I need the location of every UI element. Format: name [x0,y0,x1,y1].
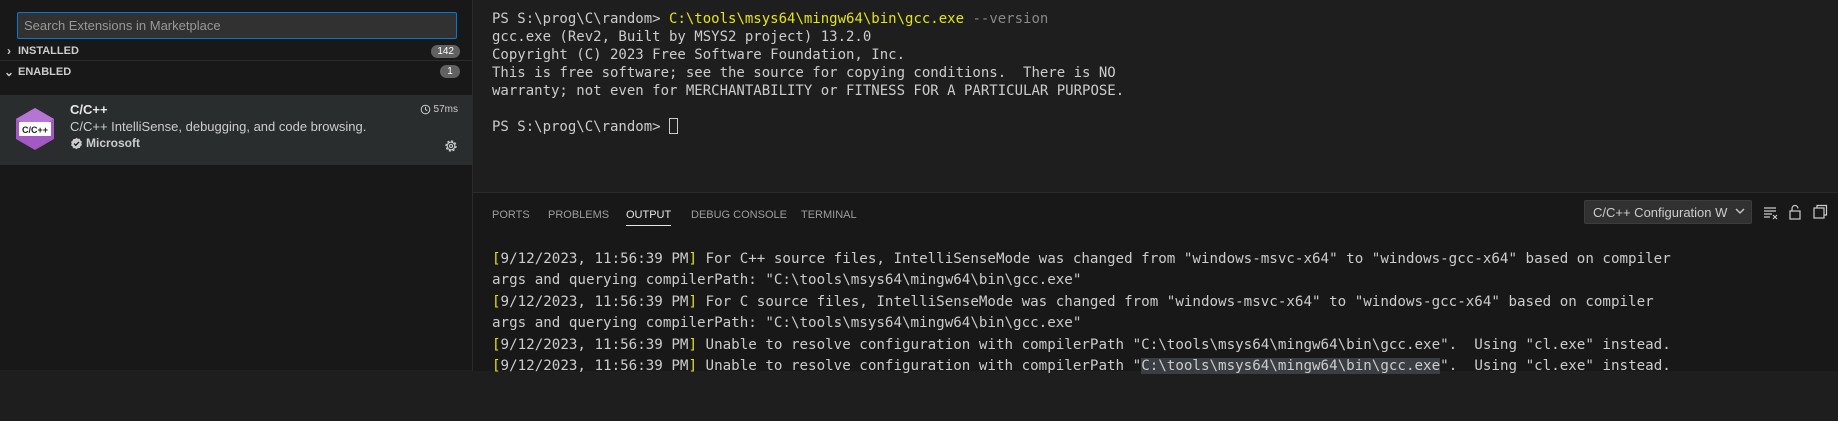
cpp-logo-text: C/C++ [22,125,48,135]
extensions-sidebar: › INSTALLED 142 ⌄ ENABLED 1 C/C++ C/C++ … [0,0,472,370]
chevron-down-icon: ⌄ [3,64,15,79]
terminal-output-line: Copyright (C) 2023 Free Software Foundat… [492,47,906,63]
tab-debug-console[interactable]: DEBUG CONSOLE [691,205,787,225]
output-line: args and querying compilerPath: "C:\tool… [492,270,1671,292]
terminal-prompt: PS S:\prog\C\random> [492,11,670,27]
terminal-cursor [669,118,679,134]
activation-time-value: 57ms [433,104,458,115]
section-enabled[interactable]: ⌄ ENABLED 1 [0,60,472,82]
output-highlight: C:\tools\msys64\mingw64\bin\gcc.exe [1141,358,1441,374]
chevron-down-icon [1731,204,1747,221]
output-text: args and querying compilerPath: "C:\tool… [492,315,1082,331]
chevron-right-icon: › [7,44,11,58]
tab-output[interactable]: OUTPUT [626,205,672,226]
terminal-prompt-line: PS S:\prog\C\random> [492,118,679,136]
terminal-area[interactable]: PS S:\prog\C\random> C:\tools\msys64\min… [472,0,1838,192]
output-text: Unable to resolve configuration with com… [697,358,1142,374]
tab-problems[interactable]: PROBLEMS [548,205,609,225]
output-timestamp: 9/12/2023, 11:56:39 PM [500,250,689,267]
terminal-output-line: gcc.exe (Rev2, Built by MSYS2 project) 1… [492,29,872,45]
terminal-command-arg: --version [964,11,1049,27]
clear-output-icon[interactable] [1761,203,1779,221]
extension-publisher: Microsoft [70,136,140,150]
activation-time: 57ms [420,104,458,115]
section-installed[interactable]: › INSTALLED 142 [0,40,472,62]
output-line: [9/12/2023, 11:56:39 PM] Unable to resol… [492,336,1671,353]
cpp-extension-logo: C/C++ [16,108,54,150]
lock-scroll-icon[interactable] [1786,203,1804,221]
output-channel-select[interactable]: C/C++ Configuration W [1584,200,1752,224]
tab-terminal[interactable]: TERMINAL [801,205,857,225]
output-log: [9/12/2023, 11:56:39 PM] For C++ source … [492,227,1671,421]
open-output-in-editor-icon[interactable] [1811,203,1829,221]
enabled-count-badge: 1 [440,65,460,78]
extension-search-input[interactable] [18,13,456,38]
terminal-output-line: This is free software; see the source fo… [492,65,1116,81]
output-timestamp: 9/12/2023, 11:56:39 PM [500,293,689,310]
clock-history-icon [420,104,430,115]
verified-publisher-icon [71,137,82,149]
terminal-command: C:\tools\msys64\mingw64\bin\gcc.exe [669,11,965,27]
output-line: [9/12/2023, 11:56:39 PM] Unable to resol… [492,358,1671,374]
publisher-name: Microsoft [86,136,140,150]
terminal-prompt: PS S:\prog\C\random> [492,119,670,135]
section-installed-label: INSTALLED [18,45,79,57]
extension-name: C/C++ [70,102,108,117]
output-timestamp: 9/12/2023, 11:56:39 PM [500,336,689,353]
output-text: Unable to resolve configuration with com… [697,336,1671,353]
output-line: [9/12/2023, 11:56:39 PM] For C source fi… [492,293,1654,310]
extension-description: C/C++ IntelliSense, debugging, and code … [70,119,367,134]
output-text: For C++ source files, IntelliSenseMode w… [697,250,1671,267]
output-line: args and querying compilerPath: "C:\tool… [492,313,1671,335]
gear-icon[interactable] [443,138,459,154]
output-text: args and querying compilerPath: "C:\tool… [492,272,1082,288]
terminal-command-line: PS S:\prog\C\random> C:\tools\msys64\min… [492,10,1048,28]
output-text: ". Using "cl.exe" instead. [1440,358,1671,374]
output-text: For C source files, IntelliSenseMode was… [697,293,1654,310]
terminal-output-line: warranty; not even for MERCHANTABILITY o… [492,83,1125,99]
output-line: [9/12/2023, 11:56:39 PM] For C++ source … [492,250,1671,267]
installed-count-badge: 142 [431,44,460,58]
output-channel-value: C/C++ Configuration W [1593,204,1728,220]
output-timestamp: 9/12/2023, 11:56:39 PM [500,358,689,374]
extension-search-box[interactable] [17,12,457,39]
extension-item-cpp[interactable]: C/C++ C/C++ 57ms C/C++ IntelliSense, deb… [0,95,472,165]
tab-ports[interactable]: PORTS [492,205,530,225]
section-enabled-label: ENABLED [18,65,72,78]
bottom-panel: PORTS PROBLEMS OUTPUT DEBUG CONSOLE TERM… [472,192,1838,374]
